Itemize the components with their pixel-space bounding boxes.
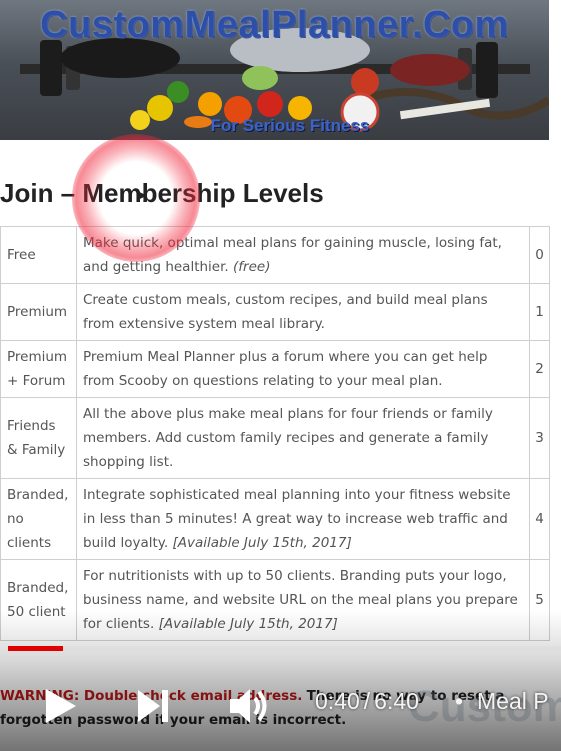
level-description: Integrate sophisticated meal planning in… — [76, 478, 530, 560]
video-progress-played — [8, 646, 63, 651]
level-number: 3 — [529, 397, 550, 479]
video-controls: 0:40/6:40 • Meal P — [0, 670, 561, 740]
level-name: Branded, no clients — [0, 478, 77, 560]
level-note: [Available July 15th, 2017] — [158, 616, 338, 632]
level-name: Free — [0, 226, 77, 284]
video-progress-bar[interactable] — [8, 646, 561, 651]
level-name: Premium — [0, 283, 77, 341]
play-icon — [46, 689, 76, 723]
level-description: Premium Meal Planner plus a forum where … — [76, 340, 530, 398]
table-row[interactable]: Premium Create custom meals, custom reci… — [0, 283, 550, 341]
site-tagline: For Serious Fitness — [210, 116, 370, 135]
title-separator-dot: • — [455, 688, 464, 714]
level-description-text: Make quick, optimal meal plans for gaini… — [83, 235, 502, 275]
level-description: Make quick, optimal meal plans for gaini… — [76, 226, 530, 284]
page: CustomMealPlanner.Com For Serious Fitnes… — [0, 0, 561, 751]
level-number: 5 — [529, 559, 550, 641]
table-row[interactable]: Free Make quick, optimal meal plans for … — [0, 226, 550, 284]
video-time-display: 0:40/6:40 — [315, 688, 419, 715]
level-description-text: Premium Meal Planner plus a forum where … — [83, 349, 488, 389]
level-number: 4 — [529, 478, 550, 560]
level-description: Create custom meals, custom recipes, and… — [76, 283, 530, 341]
play-button[interactable] — [40, 686, 80, 726]
level-number: 0 — [529, 226, 550, 284]
table-row[interactable]: Premium + Forum Premium Meal Planner plu… — [0, 340, 550, 398]
mouse-cursor-icon: ➤ — [136, 188, 148, 204]
time-separator: / — [363, 688, 371, 714]
level-description-text: All the above plus make meal plans for f… — [83, 406, 493, 470]
level-description: All the above plus make meal plans for f… — [76, 397, 530, 479]
site-banner[interactable]: CustomMealPlanner.Com For Serious Fitnes… — [0, 0, 549, 140]
level-note: [Available July 15th, 2017] — [172, 535, 352, 551]
level-name: Friends & Family — [0, 397, 77, 479]
site-logo-title: CustomMealPlanner.Com — [40, 4, 509, 46]
next-video-button[interactable] — [132, 686, 172, 726]
duration: 6:40 — [374, 688, 419, 714]
next-icon — [138, 690, 168, 722]
level-description: For nutritionists with up to 50 clients.… — [76, 559, 530, 641]
level-number: 1 — [529, 283, 550, 341]
table-row[interactable]: Friends & Family All the above plus make… — [0, 397, 550, 479]
level-number: 2 — [529, 340, 550, 398]
volume-button[interactable] — [226, 684, 272, 728]
page-title: Join – Membership Levels — [0, 178, 324, 208]
level-name: Branded, 50 client — [0, 559, 77, 641]
membership-levels-table: Free Make quick, optimal meal plans for … — [0, 226, 550, 641]
level-note: (free) — [233, 259, 271, 275]
level-description-text: Create custom meals, custom recipes, and… — [83, 292, 488, 332]
table-row[interactable]: Branded, 50 client For nutritionists wit… — [0, 559, 550, 641]
level-name: Premium + Forum — [0, 340, 77, 398]
video-title[interactable]: Meal P — [477, 688, 549, 715]
volume-icon — [230, 689, 267, 723]
current-time: 0:40 — [315, 688, 360, 714]
table-row[interactable]: Branded, no clients Integrate sophistica… — [0, 478, 550, 560]
